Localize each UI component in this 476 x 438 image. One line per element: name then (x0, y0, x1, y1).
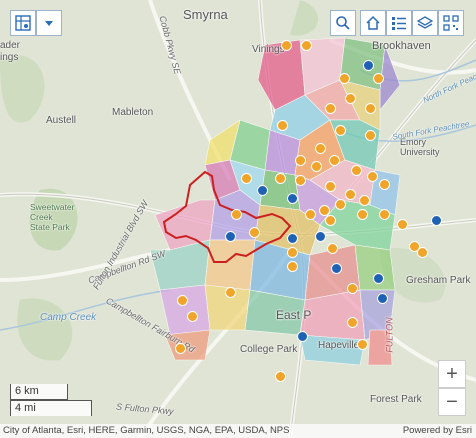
place-label-forestpark: Forest Park (370, 394, 422, 405)
water-label-campcreek: Camp Creek (40, 312, 97, 323)
facility-marker[interactable] (175, 343, 186, 354)
facility-marker[interactable] (357, 209, 368, 220)
school-marker[interactable] (225, 231, 236, 242)
place-label-austell: Austell (46, 115, 77, 126)
home-button[interactable] (360, 10, 386, 36)
facility-marker[interactable] (325, 181, 336, 192)
powered-by-esri-link[interactable]: Powered by Esri (403, 424, 472, 438)
place-label-ader: ader (0, 40, 21, 51)
school-marker[interactable] (363, 60, 374, 71)
facility-marker[interactable] (329, 155, 340, 166)
school-marker[interactable] (331, 263, 342, 274)
facility-marker[interactable] (225, 287, 236, 298)
facility-marker[interactable] (177, 295, 188, 306)
facility-marker[interactable] (311, 161, 322, 172)
facility-marker[interactable] (275, 371, 286, 382)
place-label-eastpoint: East P (276, 308, 312, 322)
place-label-smyrna: Smyrna (183, 7, 228, 22)
facility-marker[interactable] (397, 219, 408, 230)
facility-marker[interactable] (347, 283, 358, 294)
qr-code-button[interactable] (438, 10, 464, 36)
map-grid-icon (15, 15, 31, 31)
facility-marker[interactable] (187, 311, 198, 322)
place-label-sweetwater: Sweetwater Creek State Park (30, 202, 75, 232)
facility-marker[interactable] (339, 73, 350, 84)
facility-marker[interactable] (359, 195, 370, 206)
facility-marker[interactable] (295, 155, 306, 166)
legend-list-icon (392, 17, 406, 30)
search-icon (336, 16, 350, 30)
caret-down-icon (45, 21, 53, 26)
dropdown-button[interactable] (36, 10, 62, 36)
place-label-emory: Emory University (400, 137, 440, 157)
facility-marker[interactable] (281, 40, 292, 51)
place-label-collegepark: College Park (240, 344, 298, 355)
school-marker[interactable] (373, 273, 384, 284)
facility-marker[interactable] (365, 103, 376, 114)
zoom-in-button[interactable]: + (438, 360, 466, 388)
layers-icon (417, 16, 433, 29)
facility-marker[interactable] (367, 171, 378, 182)
facility-marker[interactable] (295, 175, 306, 186)
zoom-out-button[interactable]: − (438, 388, 466, 416)
facility-marker[interactable] (379, 179, 390, 190)
facility-marker[interactable] (327, 243, 338, 254)
facility-marker[interactable] (249, 227, 260, 238)
school-marker[interactable] (257, 185, 268, 196)
place-label-hapeville: Hapeville (318, 340, 360, 351)
facility-marker[interactable] (365, 130, 376, 141)
facility-marker[interactable] (287, 247, 298, 258)
facility-marker[interactable] (325, 103, 336, 114)
facility-marker[interactable] (301, 40, 312, 51)
legend-button[interactable] (386, 10, 412, 36)
place-label-gresham: Gresham Park (406, 275, 471, 286)
facility-marker[interactable] (305, 209, 316, 220)
school-marker[interactable] (297, 331, 308, 342)
place-label-ings: ings (0, 52, 19, 63)
scale-bar-km: 6 km (10, 384, 68, 400)
school-marker[interactable] (431, 215, 442, 226)
map-view[interactable]: Smyrna Brookhaven Vinings Austell Mablet… (0, 0, 476, 438)
place-label-vinings: Vinings (252, 44, 285, 55)
facility-marker[interactable] (409, 241, 420, 252)
facility-marker[interactable] (335, 199, 346, 210)
facility-marker[interactable] (345, 189, 356, 200)
facility-marker[interactable] (241, 173, 252, 184)
facility-marker[interactable] (275, 173, 286, 184)
school-marker[interactable] (287, 233, 298, 244)
facility-marker[interactable] (351, 165, 362, 176)
school-marker[interactable] (315, 231, 326, 242)
home-icon (366, 15, 380, 30)
road-label-fulton: FULTON (384, 317, 395, 353)
facility-marker[interactable] (335, 125, 346, 136)
school-marker[interactable] (287, 193, 298, 204)
school-marker[interactable] (377, 293, 388, 304)
facility-marker[interactable] (231, 209, 242, 220)
facility-marker[interactable] (315, 143, 326, 154)
attribution-bar: City of Atlanta, Esri, HERE, Garmin, USG… (0, 424, 476, 438)
qr-code-icon (443, 15, 459, 31)
facility-marker[interactable] (287, 261, 298, 272)
facility-marker[interactable] (345, 93, 356, 104)
facility-marker[interactable] (277, 120, 288, 131)
basemap-gallery-button[interactable] (10, 10, 36, 36)
scale-bar-mi: 4 mi (10, 400, 92, 416)
facility-marker[interactable] (379, 209, 390, 220)
facility-marker[interactable] (325, 215, 336, 226)
place-label-brookhaven: Brookhaven (372, 40, 431, 52)
facility-marker[interactable] (347, 317, 358, 328)
attribution-text: City of Atlanta, Esri, HERE, Garmin, USG… (3, 425, 290, 436)
layers-button[interactable] (412, 10, 438, 36)
facility-marker[interactable] (357, 339, 368, 350)
search-button[interactable] (330, 10, 356, 36)
place-label-mableton: Mableton (112, 107, 154, 118)
facility-marker[interactable] (373, 73, 384, 84)
